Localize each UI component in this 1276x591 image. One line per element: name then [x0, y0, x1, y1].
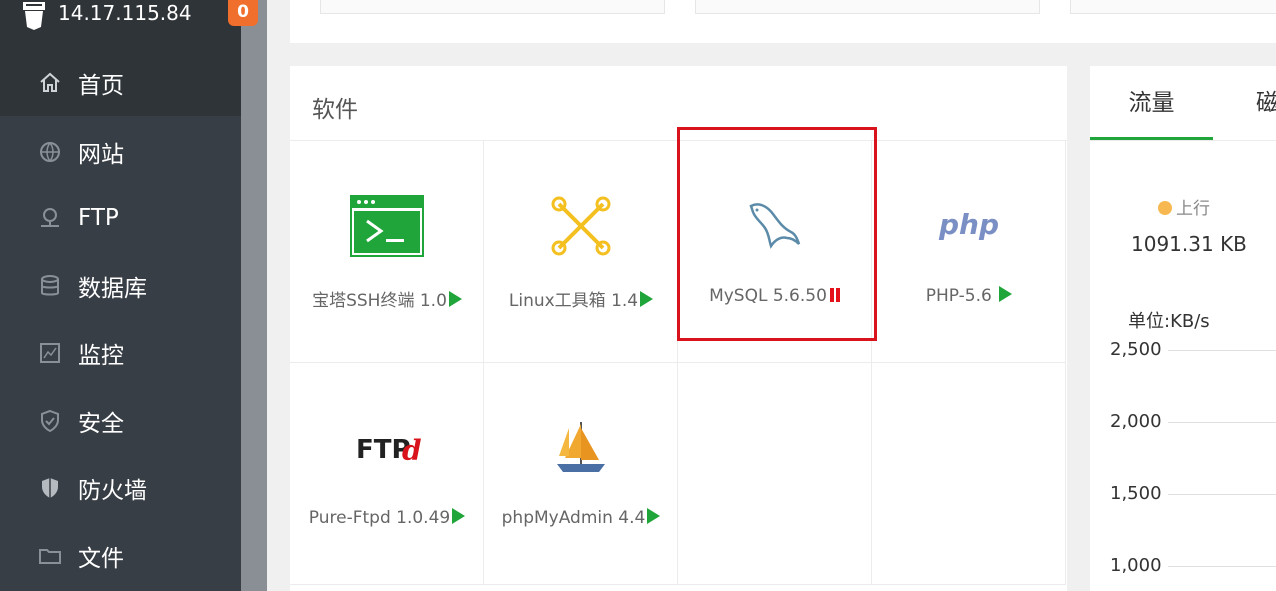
ftp-icon: [41, 208, 59, 227]
y-tick: 1,500: [1110, 483, 1162, 504]
y-tick: 2,000: [1110, 411, 1162, 432]
shield-icon: [41, 409, 59, 433]
software-item-mysql[interactable]: MySQL 5.6.50: [678, 141, 872, 363]
php-icon: php: [929, 191, 1009, 261]
gridline: [1168, 422, 1276, 423]
software-item-pure-ftpd[interactable]: FTP d Pure-Ftpd 1.0.49: [290, 363, 484, 585]
start-icon: [452, 508, 466, 524]
sidebar-item-label: 安全: [78, 411, 124, 437]
software-item-empty: [678, 363, 872, 585]
y-tick: 1,000: [1110, 555, 1162, 576]
y-tick: 2,500: [1110, 339, 1162, 360]
sidebar-item-website[interactable]: 网站: [0, 119, 241, 185]
globe-icon: [40, 142, 60, 162]
sidebar-item-firewall[interactable]: 防火墙: [0, 455, 241, 521]
start-icon: [640, 291, 654, 307]
sidebar-item-label: 监控: [78, 343, 124, 369]
software-label: PHP-5.6: [872, 286, 1066, 306]
software-item-ssh[interactable]: 宝塔SSH终端 1.0: [290, 141, 484, 363]
tools-icon: [541, 191, 621, 261]
software-label: 宝塔SSH终端 1.0: [290, 286, 484, 311]
start-icon: [647, 508, 661, 524]
svg-text:d: d: [402, 434, 422, 467]
gridline: [1168, 494, 1276, 495]
terminal-icon: [347, 191, 427, 261]
software-item-linux-tools[interactable]: Linux工具箱 1.4: [484, 141, 678, 363]
legend-dot: [1158, 201, 1172, 215]
software-item-php[interactable]: php PHP-5.6: [872, 141, 1066, 363]
mysql-icon: [735, 191, 815, 261]
software-label: Pure-Ftpd 1.0.49: [290, 508, 484, 528]
software-label: phpMyAdmin 4.4: [484, 508, 678, 528]
tab-disk[interactable]: 磁: [1256, 66, 1276, 140]
traffic-panel: 流量 磁 上行 1091.31 KB 单位:KB/s 2,500 2,000 1…: [1090, 66, 1276, 591]
sidebar-item-label: FTP: [78, 205, 119, 231]
sidebar-item-label: 防火墙: [78, 478, 147, 504]
sidebar-item-home[interactable]: 首页: [0, 50, 241, 116]
firewall-icon: [42, 478, 58, 498]
database-icon: [41, 275, 59, 296]
monitor-icon: [40, 343, 60, 363]
server-logo-icon: [23, 2, 45, 30]
software-item-phpmyadmin[interactable]: phpMyAdmin 4.4: [484, 363, 678, 585]
overview-card: [320, 0, 665, 14]
svg-text:php: php: [938, 208, 999, 241]
home-icon: [40, 72, 60, 92]
unit-label: 单位:KB/s: [1128, 311, 1210, 332]
sidebar-item-label: 数据库: [78, 276, 147, 302]
sidebar-item-ftp[interactable]: FTP: [0, 185, 241, 251]
overview-panel: [290, 0, 1276, 43]
notification-badge[interactable]: 0: [228, 0, 258, 26]
overview-card: [695, 0, 1040, 14]
gridline: [1168, 350, 1276, 351]
sidebar-item-label: 文件: [78, 546, 124, 572]
sidebar-header: 14.17.115.84 0: [0, 0, 258, 50]
start-icon: [448, 291, 462, 307]
software-label: MySQL 5.6.50: [678, 286, 872, 306]
sidebar-item-security[interactable]: 安全: [0, 388, 241, 454]
gridline: [1168, 566, 1276, 567]
sidebar-item-database[interactable]: 数据库: [0, 253, 241, 319]
overview-card: [1070, 0, 1276, 14]
server-ip: 14.17.115.84: [58, 1, 192, 25]
start-icon: [999, 286, 1013, 302]
panel-title: 软件: [312, 97, 358, 123]
software-panel: 软件 宝塔SSH终端 1.0 Linux工具箱 1.4 MySQL 5.6.50…: [290, 66, 1067, 591]
divider: [1090, 140, 1276, 141]
sidebar-item-monitor[interactable]: 监控: [0, 320, 241, 386]
sidebar-scrollbar[interactable]: [241, 0, 267, 591]
software-label: Linux工具箱 1.4: [484, 286, 678, 311]
upload-value: 1091.31 KB: [1131, 232, 1247, 256]
folder-icon: [39, 549, 61, 564]
sidebar-item-files[interactable]: 文件: [0, 523, 241, 589]
sidebar-item-label: 首页: [78, 73, 124, 99]
sidebar: 14.17.115.84 0 首页 网站 FTP 数据库 监控 安全 防火墙 文…: [0, 0, 267, 591]
tab-traffic[interactable]: 流量: [1090, 66, 1213, 140]
sidebar-item-label: 网站: [78, 142, 124, 168]
legend-up[interactable]: 上行: [1158, 194, 1210, 219]
pause-icon: [829, 288, 841, 302]
phpmyadmin-icon: [541, 413, 621, 483]
software-item-empty: [872, 363, 1066, 585]
ftpd-icon: FTP d: [347, 413, 427, 483]
